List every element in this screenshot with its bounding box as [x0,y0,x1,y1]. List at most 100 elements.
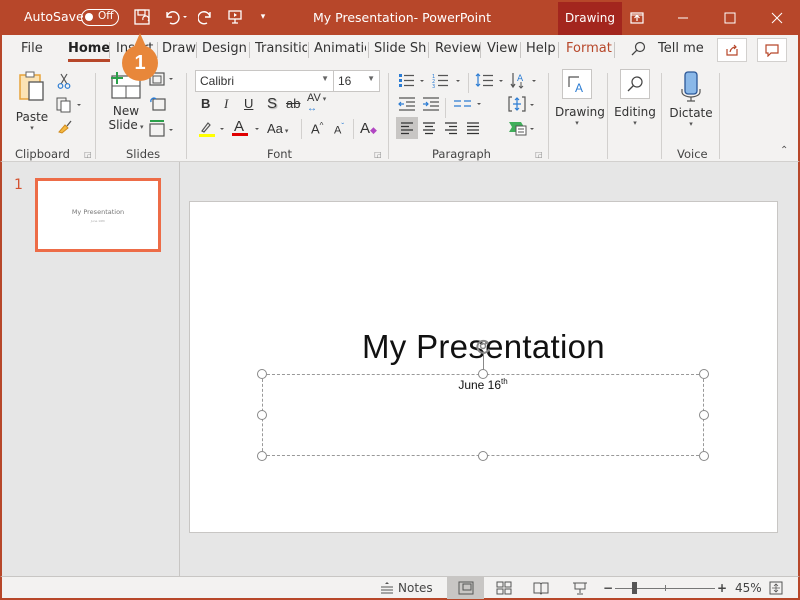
align-center-button[interactable] [422,121,436,138]
bullets-button[interactable] [398,72,430,91]
close-button[interactable] [754,0,800,35]
convert-to-smartart-button[interactable] [508,120,538,139]
ribbon-display-options-button[interactable] [614,0,660,35]
increase-indent-button[interactable] [422,97,440,114]
strikethrough-button[interactable]: ab [286,96,300,111]
underline-button[interactable]: U [244,96,253,111]
plus-icon: + [716,581,728,595]
drawing-button[interactable]: A Drawing ▾ [555,69,605,127]
tab-help[interactable]: Help [526,41,556,56]
reset-button[interactable] [149,96,167,115]
clipboard-launcher-icon[interactable]: ◲ [84,150,92,159]
tab-review[interactable]: Review [435,41,481,56]
subtitle-placeholder[interactable]: June 16th [257,339,709,461]
normal-view-button[interactable] [447,577,484,599]
slide-show-button[interactable] [568,577,592,599]
copy-icon[interactable] [56,97,82,116]
numbering-button[interactable]: 123 [432,72,464,91]
align-left-button[interactable] [396,117,418,139]
collapse-ribbon-icon[interactable]: ⌃ [780,145,788,156]
highlight-color-button[interactable] [198,120,226,141]
font-color-button[interactable]: A [231,118,261,141]
reading-view-button[interactable] [529,577,553,599]
tab-design[interactable]: Design [202,41,247,56]
font-launcher-icon[interactable]: ◲ [374,150,382,159]
maximize-button[interactable] [707,0,753,35]
section-button[interactable] [149,119,175,140]
resize-handle-top[interactable] [478,369,488,379]
redo-button[interactable] [196,7,216,27]
dictate-button[interactable]: Dictate ▾ [669,71,713,128]
format-painter-icon[interactable] [57,120,73,137]
font-color-icon: A [232,118,259,136]
resize-handle-bottom-left[interactable] [257,451,267,461]
resize-handle-left[interactable] [257,410,267,420]
tab-draw[interactable]: Draw [162,41,196,56]
tab-file[interactable]: File [21,41,43,56]
zoom-level[interactable]: 45% [735,577,762,599]
text-direction-button[interactable]: A [510,71,540,92]
normal-view-icon [458,581,473,595]
undo-button[interactable] [162,7,190,27]
tell-me-search[interactable]: Tell me [658,41,704,56]
tab-animations[interactable]: Animatio [314,41,366,56]
align-right-button[interactable] [444,121,458,138]
zoom-in-button[interactable]: + [717,577,727,599]
slide-canvas[interactable]: My Presentation June 16th [189,201,778,533]
slide-thumbnail[interactable]: My Presentation June 16th [35,178,161,252]
paragraph-launcher-icon[interactable]: ◲ [535,150,543,159]
reset-icon [150,97,166,111]
character-spacing-button[interactable]: AV ↔ ▾ [307,92,326,114]
bullets-icon [399,74,424,87]
font-size-combo[interactable]: 16 ▼ [333,70,380,92]
subtitle-text[interactable]: June 16th [263,377,703,392]
minimize-button[interactable] [660,0,706,35]
shadow-button[interactable]: S [267,95,277,112]
cut-icon[interactable] [57,73,71,92]
resize-handle-bottom[interactable] [478,451,488,461]
svg-text:A: A [234,118,244,135]
zoom-slider[interactable] [615,577,715,599]
resize-handle-right[interactable] [699,410,709,420]
tab-home[interactable]: Home [68,41,111,62]
chevron-down-icon: ▼ [367,74,375,83]
tab-slide-show[interactable]: Slide Sho [374,41,426,56]
tab-transitions[interactable]: Transitio [255,41,307,56]
share-button[interactable] [717,38,747,62]
drawing-context-tab: Drawing [558,2,622,35]
align-text-button[interactable] [508,95,538,116]
autosave-toggle[interactable]: Off [81,9,119,26]
rotate-handle-icon[interactable] [474,337,492,355]
italic-button[interactable]: I [224,96,228,112]
comments-button[interactable] [757,38,787,62]
zoom-out-button[interactable]: − [603,577,613,599]
paste-button[interactable]: Paste ▾ [14,71,50,132]
editing-button[interactable]: Editing ▾ [613,69,657,127]
minimize-icon [678,17,688,18]
grow-font-button[interactable]: A^ [311,121,323,136]
zoom-slider-thumb[interactable] [632,582,638,594]
chevron-down-icon: ▾ [689,120,693,128]
decrease-indent-button[interactable] [398,97,416,114]
drawing-icon-box: A [562,69,592,99]
columns-button[interactable] [453,97,483,114]
shrink-font-button[interactable]: Aˇ [334,122,344,137]
slide-sorter-button[interactable] [492,577,516,599]
fit-to-window-button[interactable] [769,577,783,599]
notes-button[interactable]: Notes [380,577,433,599]
clear-formatting-button[interactable]: A◆ [360,120,377,137]
resize-handle-bottom-right[interactable] [699,451,709,461]
customize-qat-button[interactable]: ▾ [256,7,270,27]
tab-format[interactable]: Format [566,41,612,56]
save-button[interactable] [132,7,152,27]
start-from-beginning-button[interactable] [225,7,245,27]
resize-handle-top-right[interactable] [699,369,709,379]
line-spacing-button[interactable] [475,72,507,91]
tab-view[interactable]: View [487,41,518,56]
bold-button[interactable]: B [201,96,210,111]
justify-button[interactable] [466,121,480,138]
change-case-button[interactable]: Aa ▾ [267,121,288,136]
font-name-combo[interactable]: Calibri ▼ [195,70,334,92]
resize-handle-top-left[interactable] [257,369,267,379]
decrease-indent-icon [398,97,415,111]
